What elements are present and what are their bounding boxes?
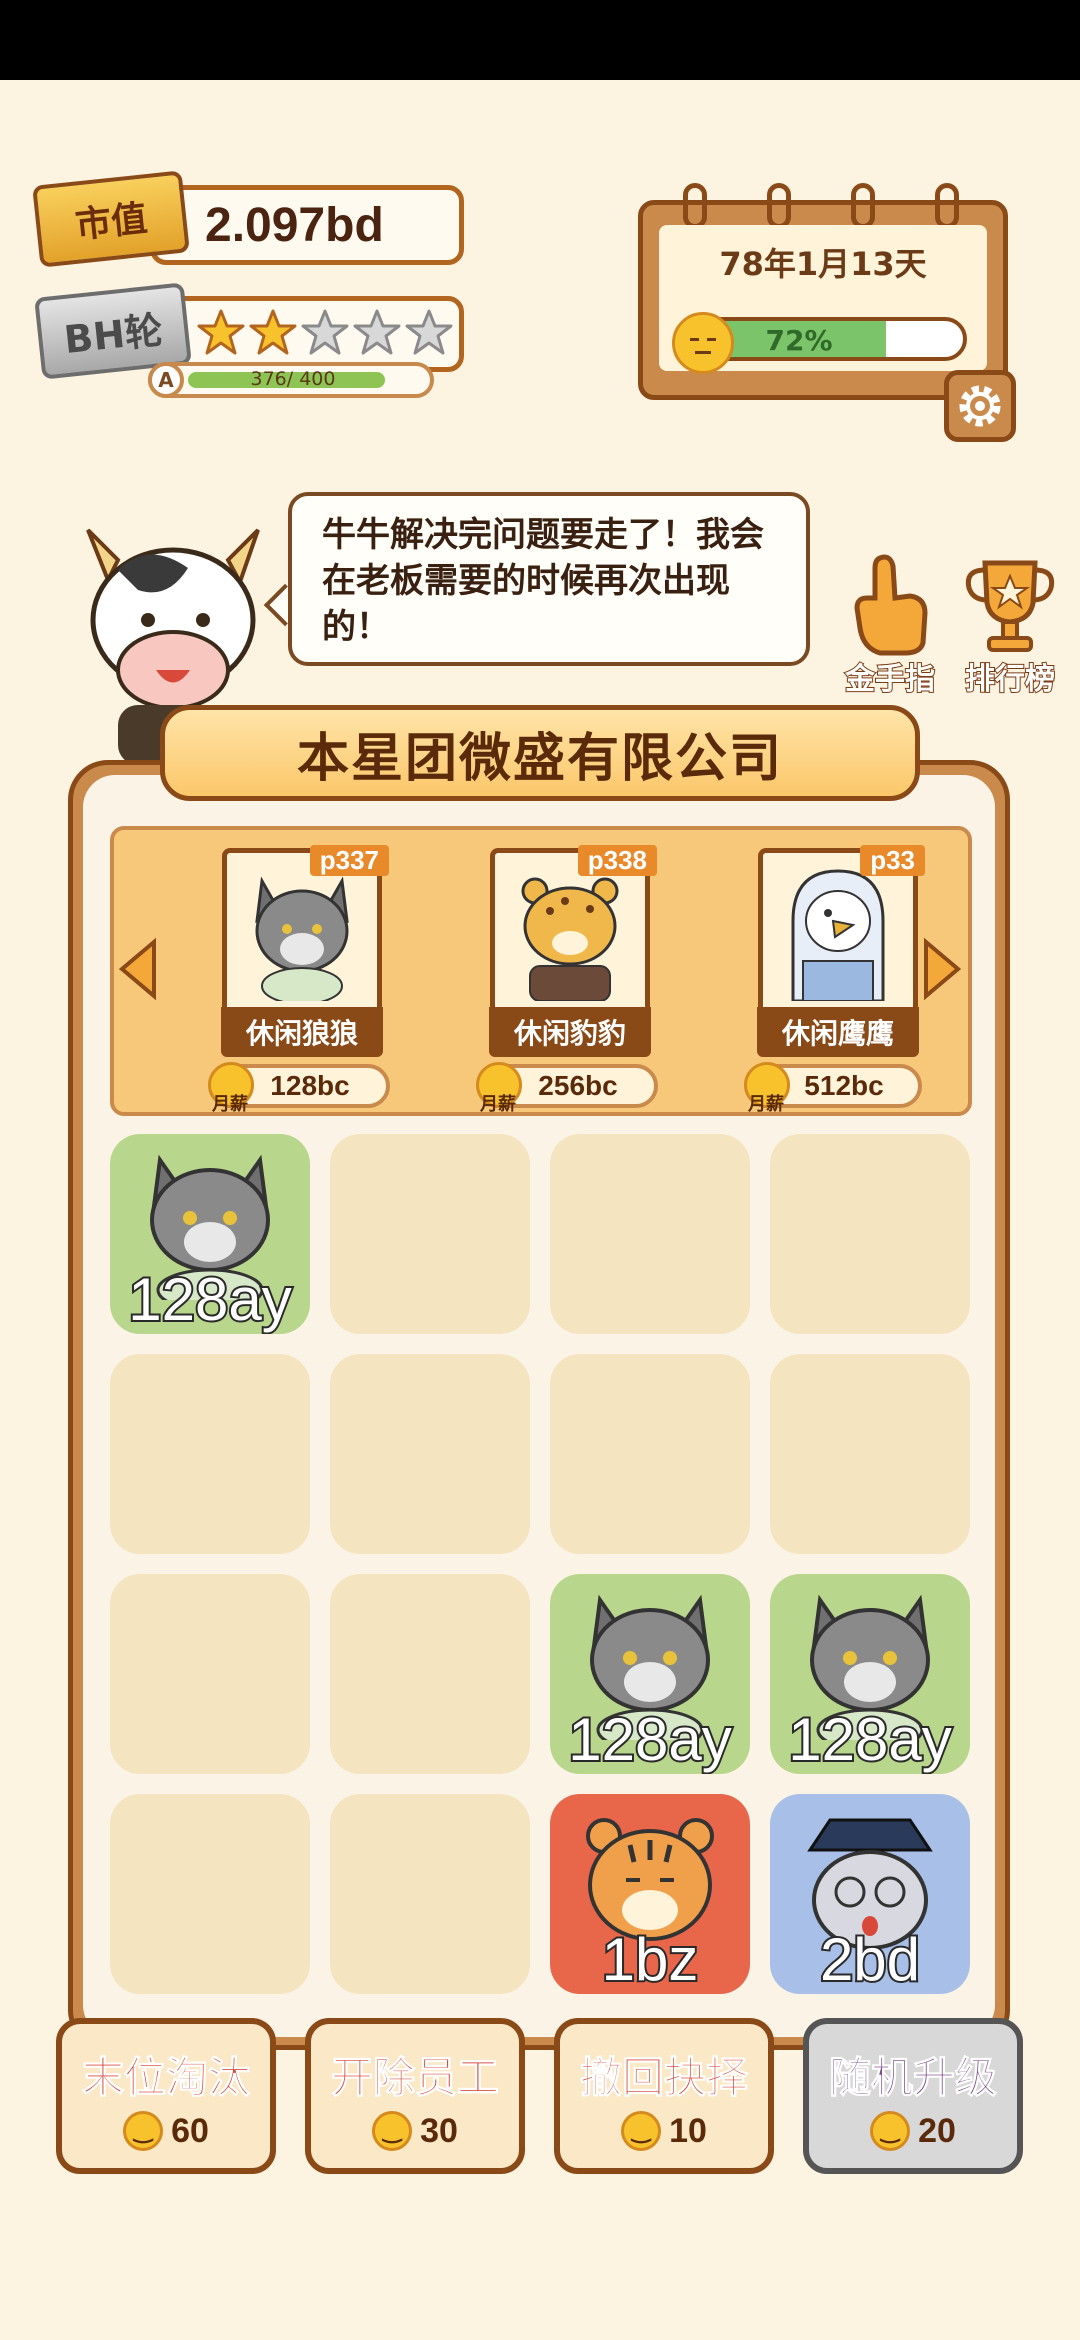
dialog-text: 牛牛解决完问题要走了！我会在老板需要的时候再次出现的！: [322, 515, 764, 647]
employee-value: 128ay: [566, 1706, 733, 1774]
star-empty-icon: [301, 309, 349, 355]
market-value-text: 2.097bd: [205, 198, 384, 252]
eagle-portrait-icon: [791, 869, 885, 1001]
employee-value: 2bd: [818, 1926, 922, 1994]
calendar-ring-icon: [683, 183, 707, 229]
hire-card-eagle[interactable]: p33 休闲鹰鹰: [757, 845, 925, 1057]
action-cost-value: 60: [171, 2111, 209, 2150]
market-value-badge: 市值: [32, 170, 190, 268]
grid-cell-wolf[interactable]: 128ay: [550, 1574, 750, 1774]
settings-gear-icon[interactable]: [944, 370, 1016, 442]
action-cost: ‿ 10: [560, 2111, 768, 2151]
grid-cell-empty[interactable]: [110, 1574, 310, 1774]
scroll-left-arrow-icon[interactable]: [118, 938, 158, 1000]
smile-coin-icon: ‿: [372, 2111, 413, 2151]
action-cost: ‿ 20: [809, 2111, 1017, 2151]
eliminate-last-button[interactable]: 末位淘汰 ‿ 60: [56, 2018, 276, 2174]
market-value-display: 2.097bd: [150, 185, 464, 265]
pointing-hand-icon: [854, 554, 928, 656]
hire-card-wolf[interactable]: p337 休闲狼狼: [221, 845, 389, 1057]
grid-cell-empty[interactable]: [330, 1574, 530, 1774]
status-bar: [0, 0, 1080, 80]
calendar-ring-icon: [851, 183, 875, 229]
star-rating: [196, 308, 454, 358]
monthly-salary-label: 月薪: [480, 1094, 516, 1115]
grid-cell-empty[interactable]: [330, 1354, 530, 1554]
card-id-tag: p337: [309, 845, 389, 876]
grid-cell-empty[interactable]: [770, 1354, 970, 1554]
grid-cell-empty[interactable]: [110, 1354, 310, 1554]
action-cost-value: 20: [918, 2111, 956, 2150]
grid-cell-empty[interactable]: [330, 1134, 530, 1334]
wolf-portrait-icon: [255, 876, 349, 1001]
grid-cell-empty[interactable]: [550, 1354, 750, 1554]
undo-choice-button[interactable]: 撤回抉择 ‿ 10: [554, 2018, 774, 2174]
star-empty-icon: [405, 309, 453, 355]
level-progress-bar: A 376/ 400: [148, 362, 434, 398]
level-progress-text: 376/ 400: [250, 368, 336, 390]
card-name: 休闲狼狼: [221, 1007, 383, 1057]
star-filled-icon: [197, 309, 245, 355]
action-label: 末位淘汰: [81, 2053, 250, 2103]
golden-finger-label: 金手指: [844, 661, 936, 698]
grid-cell-empty[interactable]: [330, 1794, 530, 1994]
company-name: 本星团微盛有限公司: [296, 728, 783, 789]
card-price-text: 512bc: [804, 1070, 884, 1101]
card-name: 休闲豹豹: [489, 1007, 651, 1057]
mood-face-icon: [672, 312, 734, 374]
card-price-text: 128bc: [270, 1070, 350, 1101]
star-empty-icon: [353, 309, 401, 355]
employee-value: 128ay: [786, 1706, 953, 1774]
leopard-portrait-icon: [521, 877, 619, 1001]
employee-value: 128ay: [126, 1266, 293, 1334]
grid-cell-wolf[interactable]: 128ay: [770, 1574, 970, 1774]
grid-cell-wolf[interactable]: 128ay: [110, 1134, 310, 1334]
card-id-tag: p33: [860, 845, 925, 876]
action-cost-value: 10: [669, 2111, 707, 2150]
employee-merge-grid: 128ay 128ay 128ay 1bz 2bd: [110, 1134, 976, 1994]
grid-cell-tiger[interactable]: 1bz: [550, 1794, 750, 1994]
fire-employee-button[interactable]: 开除员工 ‿ 30: [305, 2018, 525, 2174]
smile-coin-icon: ‿: [621, 2111, 662, 2151]
golden-finger-button[interactable]: 金手指: [830, 548, 950, 698]
random-upgrade-button[interactable]: 随机升级 ‿ 20: [803, 2018, 1023, 2174]
company-name-banner: 本星团微盛有限公司: [160, 705, 920, 801]
action-label: 开除员工: [330, 2053, 499, 2103]
market-value-badge-label: 市值: [73, 198, 150, 247]
action-cost: ‿ 30: [311, 2111, 519, 2151]
calendar-ring-icon: [935, 183, 959, 229]
trophy-icon: [965, 560, 1055, 652]
smile-coin-icon: ‿: [870, 2111, 911, 2151]
action-cost: ‿ 60: [62, 2111, 270, 2151]
speech-bubble: 牛牛解决完问题要走了！我会在老板需要的时候再次出现的！: [288, 492, 810, 666]
game-date: 78年1月13天: [719, 245, 927, 283]
card-name: 休闲鹰鹰: [757, 1007, 919, 1057]
calendar-ring-icon: [767, 183, 791, 229]
monthly-salary-label: 月薪: [748, 1094, 784, 1115]
action-cost-value: 30: [420, 2111, 458, 2150]
smile-coin-icon: ‿: [123, 2111, 164, 2151]
leaderboard-label: 排行榜: [964, 661, 1056, 698]
grid-cell-empty[interactable]: [110, 1794, 310, 1994]
leaderboard-button[interactable]: 排行榜: [950, 548, 1070, 698]
scroll-right-arrow-icon[interactable]: [922, 938, 962, 1000]
hire-card-leopard[interactable]: p338 休闲豹豹: [489, 845, 657, 1057]
grid-cell-empty[interactable]: [770, 1134, 970, 1334]
star-filled-icon: [249, 309, 297, 355]
grid-cell-mouse[interactable]: 2bd: [770, 1794, 970, 1994]
grid-cell-empty[interactable]: [550, 1134, 750, 1334]
level-letter: A: [148, 362, 184, 398]
monthly-salary-label: 月薪: [212, 1094, 248, 1115]
card-price-text: 256bc: [538, 1070, 618, 1101]
action-label: 撤回抉择: [579, 2053, 748, 2103]
employee-value: 1bz: [600, 1926, 701, 1994]
action-label: 随机升级: [828, 2053, 997, 2103]
card-id-tag: p338: [577, 845, 657, 876]
funding-round-label: BH轮: [61, 307, 165, 362]
